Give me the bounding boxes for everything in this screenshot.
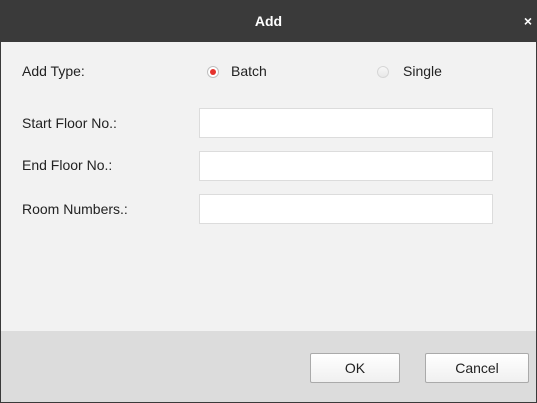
- room-numbers-input[interactable]: [199, 194, 493, 224]
- add-type-label: Add Type:: [22, 63, 85, 79]
- ok-button[interactable]: OK: [310, 353, 400, 383]
- single-radio[interactable]: [377, 66, 389, 78]
- single-radio-label[interactable]: Single: [403, 63, 442, 79]
- start-floor-input[interactable]: [199, 108, 493, 138]
- end-floor-label: End Floor No.:: [22, 157, 113, 173]
- dialog-title: Add: [254, 13, 283, 29]
- close-icon[interactable]: ×: [520, 13, 536, 29]
- start-floor-label: Start Floor No.:: [22, 115, 117, 131]
- end-floor-input[interactable]: [199, 151, 493, 181]
- dialog-body: [1, 42, 536, 331]
- add-dialog: Add × Add Type: Batch Single Start Floor…: [0, 0, 537, 403]
- dialog-titlebar: Add ×: [1, 0, 536, 42]
- batch-radio-label[interactable]: Batch: [231, 63, 267, 79]
- batch-radio[interactable]: [207, 66, 219, 78]
- cancel-button[interactable]: Cancel: [425, 353, 529, 383]
- room-numbers-label: Room Numbers.:: [22, 201, 128, 217]
